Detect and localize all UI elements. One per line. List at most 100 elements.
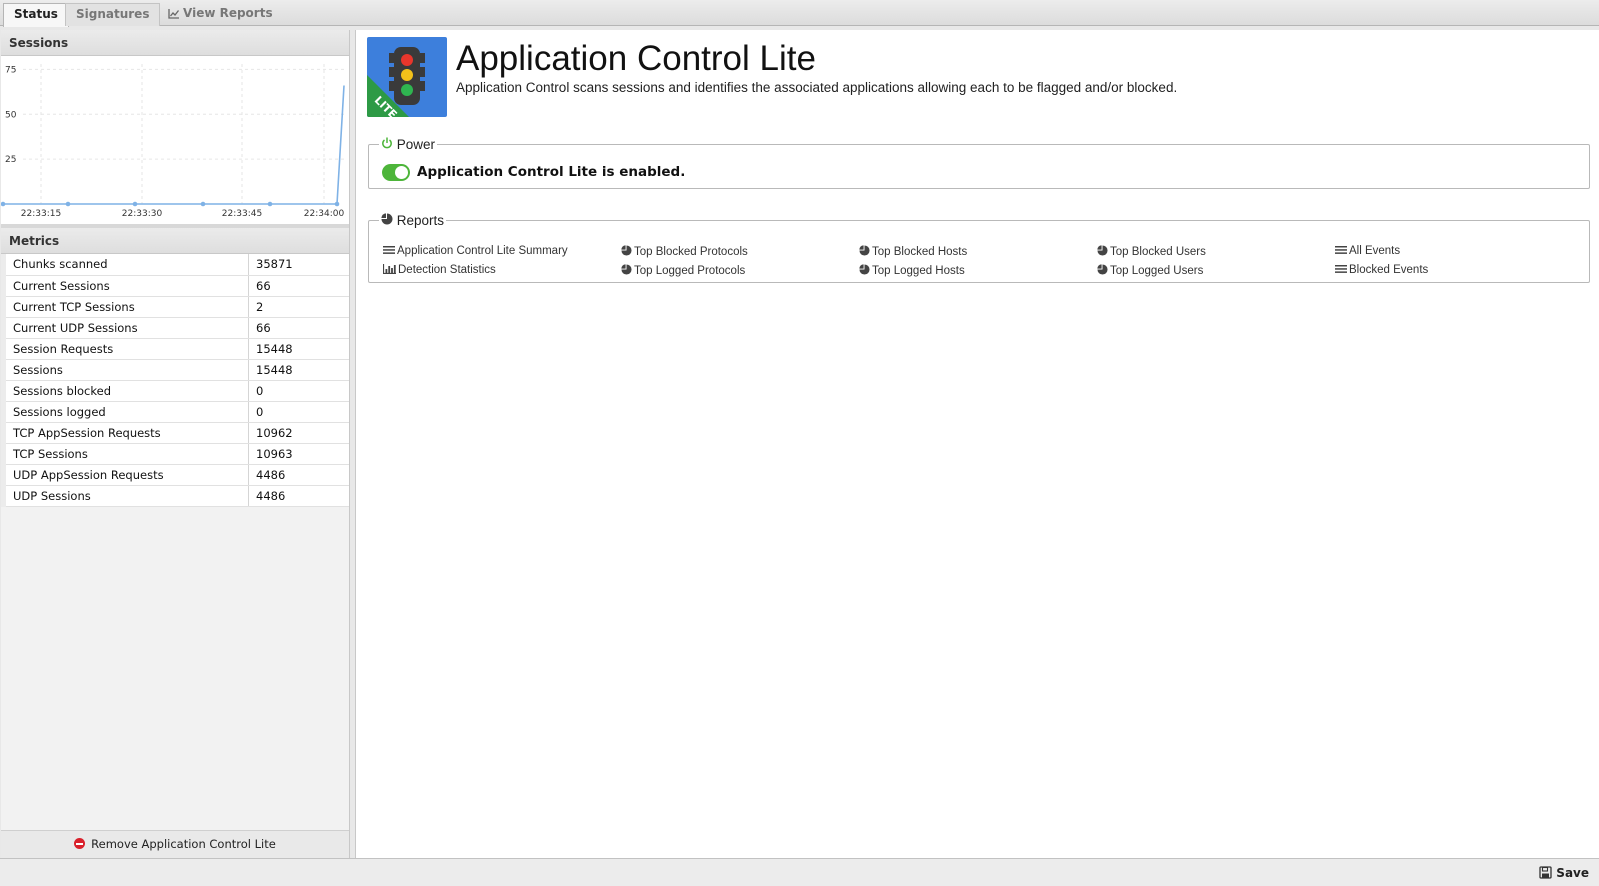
power-icon (382, 137, 392, 149)
tab-status-label: Status (14, 7, 58, 21)
metric-value: 2 (248, 296, 349, 318)
remove-app-button[interactable]: Remove Application Control Lite (1, 830, 349, 858)
report-link[interactable]: Top Blocked Users (1097, 245, 1206, 258)
x-tick-label: 22:33:15 (21, 209, 61, 219)
metric-name: TCP Sessions (1, 443, 249, 465)
tab-bar: Status Signatures View Reports (0, 0, 1599, 27)
report-link[interactable]: All Events (1335, 245, 1400, 257)
line-chart-icon (168, 9, 180, 19)
metric-name: Sessions blocked (1, 380, 249, 402)
reports-legend-label: Reports (396, 213, 445, 228)
data-point (1, 201, 6, 207)
metric-value: 15448 (248, 338, 349, 360)
metric-name: Sessions logged (1, 401, 249, 423)
metric-value: 66 (248, 275, 349, 297)
metrics-row: Chunks scanned 35871 (1, 254, 349, 276)
data-point (334, 201, 340, 207)
reports-legend: Reports (379, 213, 446, 228)
metric-name: Current UDP Sessions (1, 317, 249, 339)
tab-view-reports[interactable]: View Reports (158, 3, 283, 26)
metric-value: 35871 (248, 254, 349, 276)
metric-value: 10963 (248, 443, 349, 465)
metrics-row: UDP AppSession Requests 4486 (1, 464, 349, 486)
report-link[interactable]: Top Logged Hosts (859, 264, 965, 277)
enable-toggle[interactable] (382, 164, 410, 181)
report-link-label: Application Control Lite Summary (397, 245, 568, 257)
metrics-row: Sessions logged 0 (1, 401, 349, 423)
floppy-disk-icon (1539, 866, 1552, 879)
tab-signatures[interactable]: Signatures (65, 3, 161, 26)
metric-value: 4486 (248, 485, 349, 507)
x-tick-label: 22:34:00 (304, 209, 345, 219)
metric-name: Current Sessions (1, 275, 249, 297)
metrics-header: Metrics (1, 228, 349, 254)
reports-section: Reports Application Control Lite Summary… (368, 213, 1590, 283)
report-link[interactable]: Top Logged Protocols (621, 264, 745, 277)
metrics-row: UDP Sessions 4486 (1, 485, 349, 507)
y-tick-label: 75 (5, 65, 16, 75)
tab-signatures-label: Signatures (76, 7, 150, 21)
metric-value: 15448 (248, 359, 349, 381)
metric-value: 66 (248, 317, 349, 339)
bar-chart-icon (382, 264, 398, 276)
metrics-table: Chunks scanned 35871 Current Sessions 66 Cur… (1, 254, 349, 507)
save-label: Save (1556, 866, 1589, 880)
app-icon: LITE (367, 37, 447, 117)
metrics-row: Current Sessions 66 (1, 275, 349, 297)
metric-value: 10962 (248, 422, 349, 444)
report-link-label: Top Logged Hosts (872, 265, 965, 277)
y-tick-label: 50 (5, 110, 17, 120)
sessions-chart-svg: 22:33:15 22:33:30 22:33:45 22:34:00 25 50 75 (1, 64, 345, 219)
report-link-label: Top Blocked Users (1110, 246, 1206, 258)
pie-chart-icon (621, 264, 634, 277)
data-point (132, 201, 138, 207)
sessions-series-line (3, 85, 345, 205)
metrics-row: Current UDP Sessions 66 (1, 317, 349, 339)
metric-name: Chunks scanned (1, 254, 249, 276)
report-link-label: All Events (1349, 245, 1401, 257)
report-link[interactable]: Detection Statistics (382, 264, 496, 276)
sessions-header: Sessions (1, 30, 349, 56)
bottom-toolbar: Save (0, 858, 1599, 886)
report-link[interactable]: Top Logged Users (1097, 264, 1203, 277)
save-button[interactable]: Save (1539, 863, 1589, 883)
list-icon (383, 245, 397, 257)
list-icon (1335, 264, 1349, 276)
report-link[interactable]: Blocked Events (1335, 264, 1428, 276)
metric-name: Sessions (1, 359, 249, 381)
metrics-row: TCP AppSession Requests 10962 (1, 422, 349, 444)
report-link[interactable]: Application Control Lite Summary (383, 245, 568, 257)
metric-name: UDP AppSession Requests (1, 464, 249, 486)
report-link-label: Detection Statistics (398, 264, 496, 276)
main-panel: LITE Application Control Lite Applicatio… (355, 30, 1599, 858)
sessions-chart: 22:33:15 22:33:30 22:33:45 22:34:00 25 50 75 (1, 56, 349, 228)
report-link-label: Top Blocked Protocols (634, 246, 748, 258)
metric-name: TCP AppSession Requests (1, 422, 249, 444)
report-link[interactable]: Top Blocked Hosts (859, 245, 967, 258)
traffic-light-icon: LITE (367, 47, 425, 117)
metric-value: 4486 (248, 464, 349, 486)
metrics-row: Current TCP Sessions 2 (1, 296, 349, 318)
pie-chart-icon (621, 245, 634, 258)
x-tick-label: 22:33:45 (222, 209, 262, 219)
power-status: Application Control Lite is enabled. (417, 164, 686, 180)
y-tick-label: 25 (5, 155, 16, 165)
report-link[interactable]: Top Blocked Protocols (621, 245, 748, 258)
power-section: Power Application Control Lite is enable… (368, 137, 1590, 189)
data-point (267, 201, 273, 207)
metric-value: 0 (248, 401, 349, 423)
list-icon (1335, 245, 1349, 257)
pie-chart-icon (1097, 264, 1110, 277)
pie-chart-icon (381, 213, 393, 225)
app-description: Application Control scans sessions and i… (456, 80, 1178, 95)
pie-chart-icon (859, 264, 872, 277)
tab-status[interactable]: Status (3, 3, 69, 27)
pie-chart-icon (1097, 245, 1110, 258)
pie-chart-icon (859, 245, 872, 258)
power-legend-label: Power (396, 137, 436, 152)
data-point (65, 201, 71, 207)
page-title: Application Control Lite (456, 39, 816, 78)
data-point (200, 201, 206, 207)
tab-view-reports-label: View Reports (183, 6, 273, 20)
metric-value: 0 (248, 380, 349, 402)
